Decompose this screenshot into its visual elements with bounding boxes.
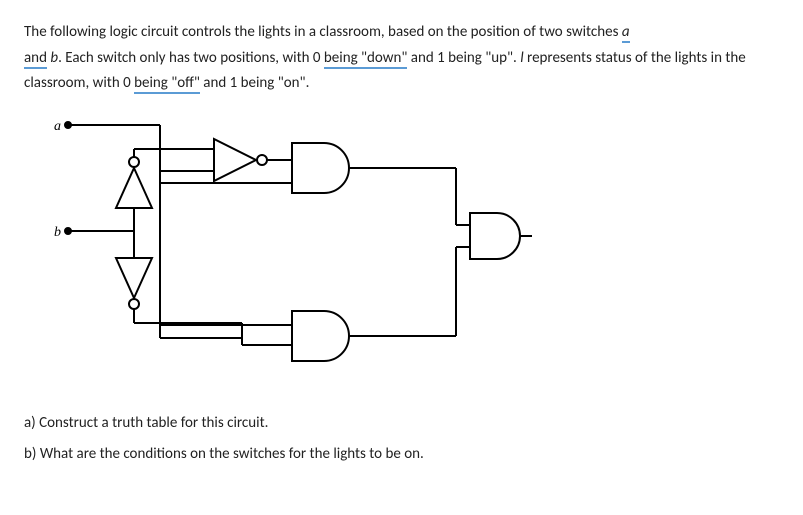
variable-a: a: [622, 23, 630, 43]
text: The following logic circuit controls the…: [24, 23, 622, 41]
text-underline: being "down": [324, 49, 407, 69]
text: and 1 being "up".: [407, 49, 520, 67]
svg-text:a: a: [54, 119, 61, 134]
logic-circuit-diagram: a b: [52, 113, 532, 393]
text: . Each switch only has two positions, wi…: [58, 49, 324, 67]
variable-b: b: [50, 49, 58, 67]
text: and 1 being "on".: [200, 74, 309, 92]
question-a: a) Construct a truth table for this circ…: [24, 411, 779, 437]
text-and: and: [24, 49, 47, 69]
question-b: b) What are the conditions on the switch…: [24, 442, 779, 468]
questions: a) Construct a truth table for this circ…: [24, 411, 779, 468]
svg-text:b: b: [54, 225, 61, 240]
text-underline: being "off": [134, 74, 200, 94]
problem-statement: The following logic circuit controls the…: [24, 20, 779, 97]
